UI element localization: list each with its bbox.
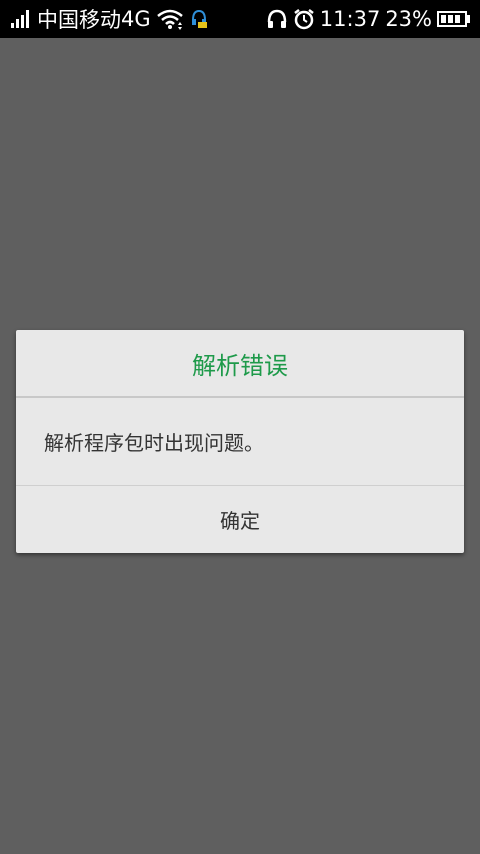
headphones-icon [266, 8, 288, 30]
sync-icon [189, 8, 209, 30]
dialog-message: 解析程序包时出现问题。 [16, 398, 464, 486]
confirm-button[interactable]: 确定 [16, 486, 464, 553]
network-type: 4G [121, 7, 151, 31]
signal-icon [10, 9, 32, 29]
status-bar-right: 11:37 23% [266, 7, 470, 31]
battery-percent: 23% [385, 7, 432, 31]
battery-body [437, 11, 467, 27]
dialog-title: 解析错误 [16, 330, 464, 398]
battery-icon [437, 11, 470, 27]
clock-time: 11:37 [319, 7, 381, 31]
status-bar-left: 中国移动 4G [10, 4, 209, 34]
wifi-icon [156, 8, 184, 30]
parse-error-dialog: 解析错误 解析程序包时出现问题。 确定 [16, 330, 464, 553]
alarm-icon [293, 8, 315, 30]
status-bar: 中国移动 4G 11:37 23% [0, 0, 480, 38]
carrier-name: 中国移动 [37, 8, 121, 32]
